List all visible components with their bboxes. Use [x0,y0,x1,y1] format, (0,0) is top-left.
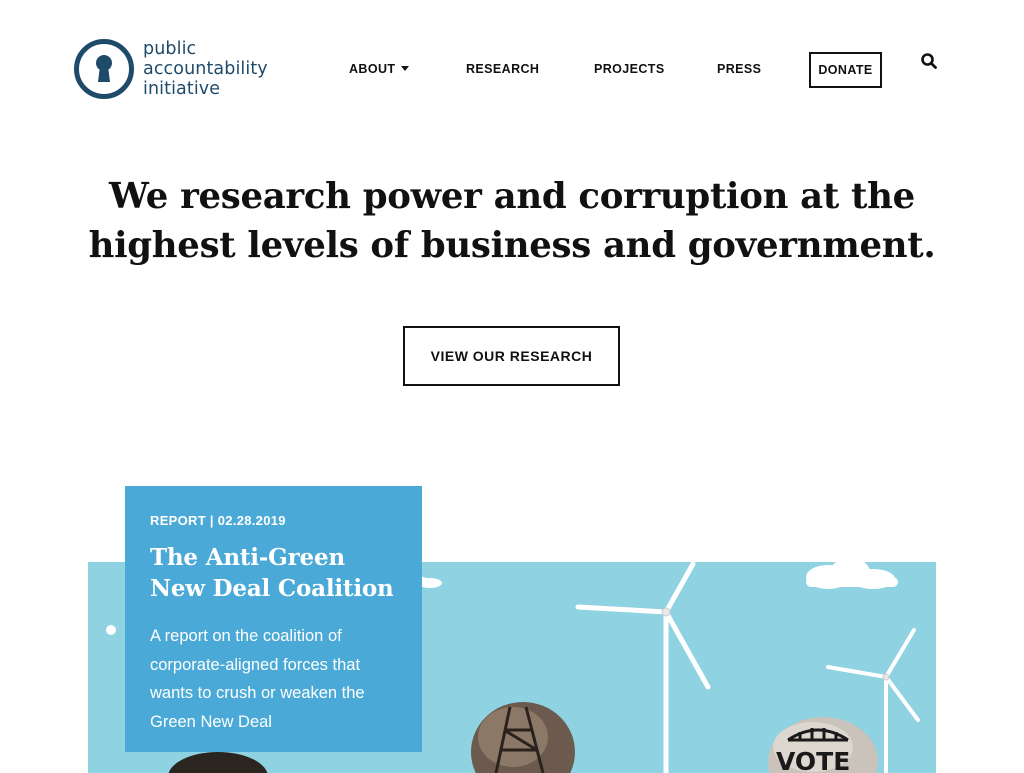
report-title[interactable]: The Anti-Green New Deal Coalition [150,542,397,604]
dark-rock [168,752,268,773]
vote-sign-text: VOTE [776,747,850,773]
vote-sign-rock: VOTE [768,717,878,773]
nav-projects[interactable]: PROJECTS [594,62,665,76]
view-research-button[interactable]: VIEW OUR RESEARCH [403,326,620,386]
report-desc-line-4: Green New Deal [150,712,272,731]
wind-turbine-icon [575,562,711,773]
nav-press[interactable]: PRESS [717,62,761,76]
hero-title-line-1: We research power and corruption at the [109,176,915,217]
oil-derrick-rock [471,702,575,773]
cloud-icon [106,625,116,635]
report-desc-line-1: A report on the coalition of [150,627,342,645]
nav-research[interactable]: RESEARCH [466,62,539,76]
report-meta: REPORT | 02.28.2019 [150,513,286,528]
search-icon[interactable] [920,52,938,70]
report-title-line-1: The Anti-Green [150,544,345,571]
cloud-icon [806,562,898,589]
nav-about-label: ABOUT [349,62,396,76]
main-nav: ABOUT RESEARCH PROJECTS PRESS DONATE [0,52,1024,88]
nav-about[interactable]: ABOUT [349,62,410,76]
hero-title-line-2: highest levels of business and governmen… [88,225,936,266]
report-desc-line-3: wants to crush or weaken the [150,684,365,702]
donate-button[interactable]: DONATE [809,52,882,88]
featured-report-card[interactable]: REPORT | 02.28.2019 The Anti-Green New D… [125,486,422,752]
caret-down-icon [401,66,410,71]
hero-title: We research power and corruption at the … [62,172,962,270]
report-desc-line-2: corporate-aligned forces that [150,655,361,674]
report-description: A report on the coalition of corporate-a… [150,622,397,736]
report-title-line-2: New Deal Coalition [150,575,394,602]
